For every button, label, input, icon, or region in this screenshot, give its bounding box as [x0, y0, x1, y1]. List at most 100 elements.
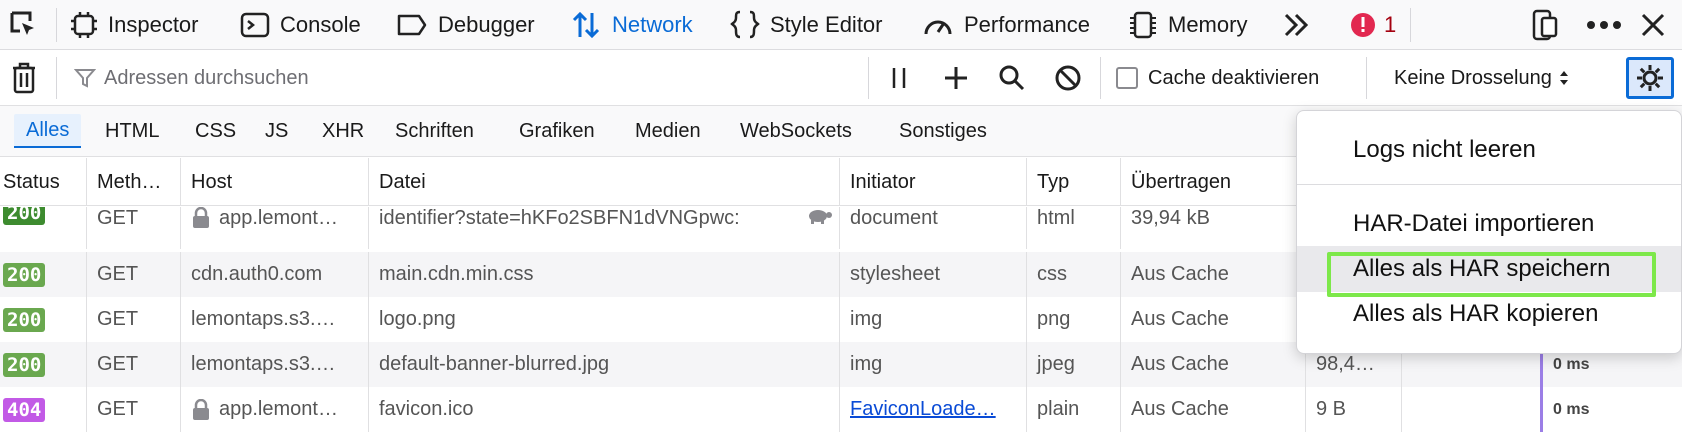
network-icon	[572, 11, 600, 39]
transferred-cell: Aus Cache	[1121, 387, 1306, 432]
select-arrows-icon	[1559, 71, 1568, 85]
status-badge: 200	[3, 307, 46, 332]
error-count: 1	[1384, 12, 1397, 37]
filter-images[interactable]: Grafiken	[507, 114, 607, 148]
cache-checkbox[interactable]	[1116, 67, 1138, 89]
meatball-menu-button[interactable]	[1586, 0, 1632, 50]
file-cell: favicon.ico	[369, 387, 840, 432]
filter-icon	[74, 69, 96, 88]
initiator-cell: stylesheet	[840, 252, 1027, 297]
file-cell: identifier?state=hKFo2SBFN1dVNGpwc:	[369, 207, 840, 249]
tab-style-editor[interactable]: Style Editor	[730, 0, 883, 50]
column-transferred[interactable]: Übertragen	[1121, 158, 1306, 206]
method-cell: GET	[87, 252, 181, 297]
filter-divider	[1100, 57, 1101, 99]
transferred-cell: Aus Cache	[1121, 297, 1306, 342]
method-cell: GET	[87, 297, 181, 342]
error-count-button[interactable]: 1	[1350, 0, 1396, 50]
type-cell: png	[1027, 297, 1121, 342]
menu-item-persist-logs[interactable]: Logs nicht leeren	[1297, 127, 1681, 173]
filter-js[interactable]: JS	[253, 114, 300, 148]
tab-performance[interactable]: Performance	[922, 0, 1090, 50]
trash-icon	[13, 62, 35, 94]
add-request-button[interactable]	[942, 63, 970, 93]
tab-label: Memory	[1168, 12, 1248, 37]
status-badge: 404	[3, 397, 46, 422]
column-method[interactable]: Meth…	[87, 158, 181, 206]
transferred-cell: 39,94 kB	[1121, 207, 1306, 249]
method-cell: GET	[87, 342, 181, 387]
toolbar-divider	[1410, 8, 1411, 42]
status-cell: 200	[0, 252, 87, 297]
highlight-outline	[1327, 252, 1656, 297]
clear-button[interactable]	[10, 61, 38, 95]
block-icon	[1055, 65, 1081, 91]
tab-console[interactable]: Console	[240, 0, 361, 50]
file-cell: logo.png	[369, 297, 840, 342]
column-file[interactable]: Datei	[369, 158, 840, 206]
disable-cache-toggle[interactable]: Cache deaktivieren	[1116, 61, 1319, 95]
search-button[interactable]	[998, 63, 1026, 93]
tab-network[interactable]: Network	[570, 0, 693, 50]
type-cell: jpeg	[1027, 342, 1121, 387]
column-type[interactable]: Typ	[1027, 158, 1121, 206]
performance-icon	[924, 20, 952, 35]
initiator-cell: img	[840, 297, 1027, 342]
memory-icon	[1130, 11, 1156, 39]
column-status[interactable]: Status	[0, 158, 87, 206]
more-tools-button[interactable]	[1282, 0, 1322, 50]
filter-websockets[interactable]: WebSockets	[728, 114, 864, 148]
devtools-toolbar: Inspector Console Debugger Network Style…	[0, 0, 1682, 50]
status-badge: 200	[3, 262, 46, 287]
column-host[interactable]: Host	[181, 158, 369, 206]
initiator-link[interactable]: FaviconLoade…	[850, 398, 996, 421]
menu-item-copy-all-har[interactable]: Alles als HAR kopieren	[1297, 291, 1681, 337]
transferred-cell: Aus Cache	[1121, 342, 1306, 387]
responsive-design-icon	[1532, 9, 1558, 41]
status-cell: 200	[0, 297, 87, 342]
status-cell: 404	[0, 387, 87, 432]
tab-debugger[interactable]: Debugger	[396, 0, 535, 50]
filter-other[interactable]: Sonstiges	[887, 114, 999, 148]
more-horizontal-icon	[1587, 21, 1621, 29]
settings-button[interactable]	[1626, 57, 1674, 99]
tab-memory[interactable]: Memory	[1128, 0, 1247, 50]
element-picker-button[interactable]	[8, 0, 50, 50]
pause-button[interactable]	[888, 63, 910, 93]
close-icon	[1641, 13, 1665, 37]
chevron-double-right-icon	[1284, 13, 1309, 37]
table-row[interactable]: 404 GET app.lemont… favicon.ico FaviconL…	[0, 387, 1682, 432]
toolbar-divider	[56, 8, 57, 42]
filter-xhr[interactable]: XHR	[310, 114, 376, 148]
filter-css[interactable]: CSS	[183, 114, 248, 148]
filter-divider	[56, 57, 57, 99]
file-cell: default-banner-blurred.jpg	[369, 342, 840, 387]
close-button[interactable]	[1640, 0, 1676, 50]
waterfall-cell: 0 ms	[1402, 387, 1682, 432]
throttling-select[interactable]: Keine Drosselung	[1394, 61, 1570, 95]
filter-divider	[868, 57, 869, 99]
throttling-value: Keine Drosselung	[1394, 66, 1552, 89]
host-cell: app.lemont…	[181, 387, 369, 432]
console-icon	[240, 12, 270, 38]
status-badge: 200	[3, 352, 46, 377]
dock-toggle-button[interactable]	[1530, 0, 1570, 50]
tab-inspector[interactable]: Inspector	[70, 0, 199, 50]
filter-fonts[interactable]: Schriften	[383, 114, 486, 148]
menu-item-import-har[interactable]: HAR-Datei importieren	[1297, 201, 1681, 247]
lock-icon	[193, 398, 209, 420]
host-cell: cdn.auth0.com	[181, 252, 369, 297]
column-initiator[interactable]: Initiator	[840, 158, 1027, 206]
plus-icon	[945, 67, 967, 89]
host-cell: lemontaps.s3.…	[181, 297, 369, 342]
block-button[interactable]	[1054, 63, 1082, 93]
lock-icon	[193, 207, 209, 228]
filter-all[interactable]: Alles	[14, 114, 82, 148]
status-badge: 200	[3, 207, 46, 225]
url-filter-input[interactable]: Adressen durchsuchen	[74, 61, 864, 95]
type-cell: plain	[1027, 387, 1121, 432]
pause-icon	[892, 68, 906, 88]
filter-media[interactable]: Medien	[623, 114, 713, 148]
filter-html[interactable]: HTML	[93, 114, 171, 148]
host-text: app.lemont…	[219, 207, 338, 229]
